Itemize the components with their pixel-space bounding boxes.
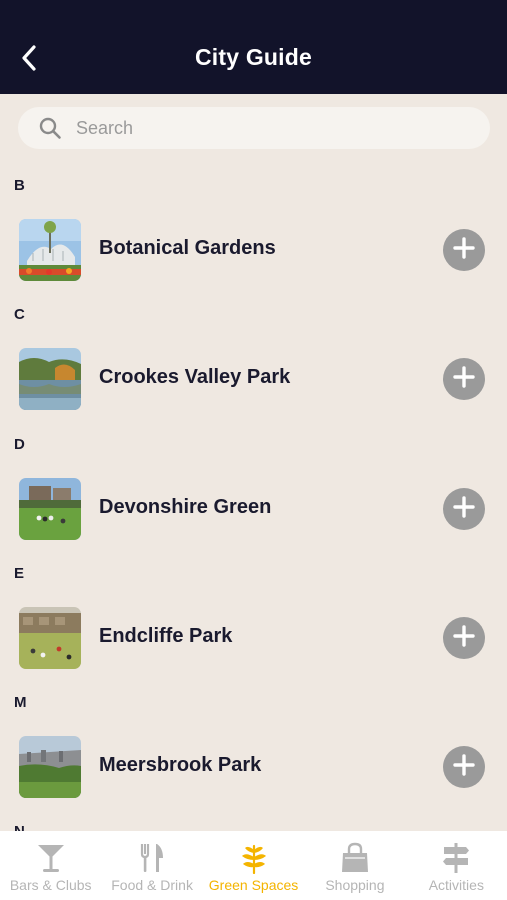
green-photo: [19, 478, 81, 540]
list-item-devonshire-green[interactable]: Devonshire Green: [0, 476, 507, 540]
search-input[interactable]: [76, 117, 436, 139]
page-title: City Guide: [194, 44, 312, 70]
plus-icon: [453, 236, 475, 264]
add-button[interactable]: [443, 746, 485, 788]
lake-photo: [19, 348, 81, 410]
list-item-name: Meersbrook Park: [99, 754, 262, 776]
app-header: City Guide: [0, 0, 507, 94]
bottom-tab-bar: Bars & Clubs Food & Drink Green Spaces S…: [0, 831, 507, 900]
park-photo: [19, 607, 81, 669]
tab-food-drink[interactable]: Food & Drink: [101, 831, 202, 900]
add-button[interactable]: [443, 488, 485, 530]
list-item-meersbrook-park[interactable]: Meersbrook Park: [0, 734, 507, 798]
search-icon: [38, 116, 62, 140]
section-header-b: B: [14, 177, 25, 194]
list-item-name: Botanical Gardens: [99, 237, 276, 259]
add-button[interactable]: [443, 229, 485, 271]
shopping-bag-icon: [338, 841, 372, 875]
list-item-name: Crookes Valley Park: [99, 366, 291, 388]
search-bar[interactable]: [18, 107, 490, 149]
cocktail-glass-icon: [34, 841, 68, 875]
section-header-c: C: [14, 306, 25, 323]
tab-label: Green Spaces: [208, 877, 299, 893]
section-header-e: E: [14, 565, 25, 582]
fork-knife-icon: [135, 841, 169, 875]
list-item-endcliffe-park[interactable]: Endcliffe Park: [0, 605, 507, 669]
section-header-m: M: [14, 694, 27, 711]
tab-bars-clubs[interactable]: Bars & Clubs: [0, 831, 101, 900]
tab-green-spaces[interactable]: Green Spaces: [203, 831, 304, 900]
plus-icon: [453, 624, 475, 652]
list-item-crookes-valley-park[interactable]: Crookes Valley Park: [0, 346, 507, 410]
plus-icon: [453, 365, 475, 393]
view-photo: [19, 736, 81, 798]
plus-icon: [453, 753, 475, 781]
leaf-icon: [237, 841, 271, 875]
tab-label: Activities: [428, 877, 484, 893]
tab-label: Food & Drink: [111, 877, 193, 893]
list-item-botanical-gardens[interactable]: Botanical Gardens: [0, 217, 507, 281]
tab-label: Bars & Clubs: [9, 877, 92, 893]
tab-activities[interactable]: Activities: [406, 831, 507, 900]
add-button[interactable]: [443, 617, 485, 659]
tab-label: Shopping: [325, 877, 385, 893]
signpost-icon: [439, 841, 473, 875]
list-item-name: Endcliffe Park: [99, 625, 233, 647]
plus-icon: [453, 495, 475, 523]
add-button[interactable]: [443, 358, 485, 400]
section-header-d: D: [14, 436, 25, 453]
tab-shopping[interactable]: Shopping: [304, 831, 405, 900]
list-item-name: Devonshire Green: [99, 496, 272, 518]
glasshouse-photo: [19, 219, 81, 281]
